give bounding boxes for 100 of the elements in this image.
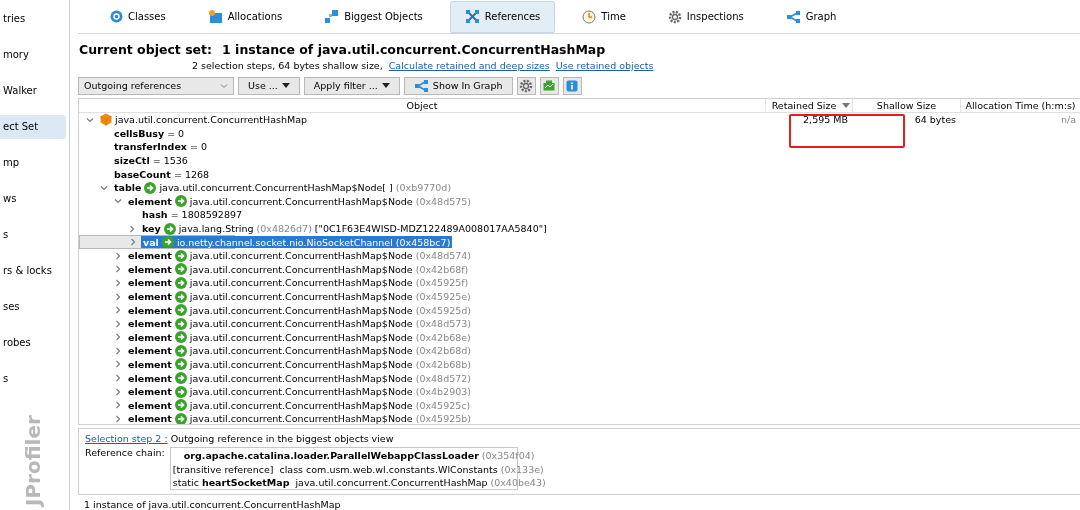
chevron-right-icon[interactable] (113, 413, 123, 424)
reference-prefix: [transitive reference] (172, 463, 274, 475)
brand-label: JProfiler (22, 415, 44, 506)
tree-row[interactable]: element java.util.concurrent.ConcurrentHashMap$Node (0x45925e) (126, 290, 473, 303)
view-tab[interactable]: Graph (770, 1, 852, 33)
tree-row[interactable]: val io.netty.channel.socket.nio.NioSocketChannel (0x458bc7) (141, 236, 453, 249)
selection-step-link[interactable]: Selection step 2 : (85, 433, 168, 444)
arrow-right-icon (174, 304, 187, 317)
tree-row[interactable]: table java.util.concurrent.ConcurrentHashMap$Node[ ] (0xb9770d) (112, 181, 454, 194)
column-header[interactable]: Shallow Size (852, 99, 960, 112)
chevron-right-icon[interactable] (113, 345, 123, 356)
sidebar-item[interactable]: mory (0, 43, 66, 67)
view-tab[interactable]: Biggest Objects (309, 1, 438, 33)
class-name: io.netty.channel.socket.nio.NioSocketChannel (176, 236, 393, 248)
tree-row[interactable]: element java.util.concurrent.ConcurrentHashMap$Node (0x45925d) (126, 304, 473, 317)
tree-row[interactable]: element java.util.concurrent.ConcurrentHashMap$Node (0x42b68e) (126, 331, 473, 344)
action-link[interactable]: Calculate retained and deep sizes (388, 59, 550, 71)
cross-nodes-icon (464, 9, 480, 25)
settings-button[interactable] (516, 76, 536, 95)
arrow-right-icon (174, 358, 187, 371)
view-tab[interactable]: Time (567, 1, 641, 33)
action-link[interactable]: Use retained objects (555, 59, 654, 71)
object-address: (0x4826d7) (256, 223, 312, 235)
tree-row[interactable]: element java.util.concurrent.ConcurrentHashMap$Node (0x4b2903) (126, 385, 473, 398)
tree-row[interactable]: element java.util.concurrent.ConcurrentHashMap$Node (0x45925b) (126, 412, 473, 424)
tree-row[interactable]: java.util.concurrent.ConcurrentHashMap (98, 113, 310, 127)
view-dropdown[interactable]: Outgoing references (78, 76, 234, 95)
view-tab[interactable]: Allocations (192, 1, 298, 33)
sidebar-item[interactable]: mp (0, 151, 66, 175)
object-address: (0x458bc7) (395, 236, 451, 248)
tree-row[interactable]: element java.util.concurrent.ConcurrentHashMap$Node (0x45925c) (126, 399, 473, 412)
tree-row[interactable]: baseCount = 1268 (112, 168, 212, 180)
chevron-right-icon[interactable] (113, 291, 123, 302)
tree-row[interactable]: hash = 1808592897 (140, 209, 245, 221)
sidebar-item[interactable]: tries (0, 7, 66, 31)
sidebar-item[interactable]: s (0, 223, 66, 247)
tree-row[interactable]: element java.util.concurrent.ConcurrentHashMap$Node (0x48d572) (126, 372, 473, 385)
column-header[interactable]: Allocation Time (h:m:s) (960, 99, 1080, 112)
view-tab[interactable]: Classes (95, 1, 181, 33)
toolbar-button[interactable]: Show In Graph (403, 76, 513, 95)
chevron-down-icon (220, 82, 228, 89)
tree-row[interactable]: key java.lang.String (0x4826d7) ["0C1F63E4WISD-MDZ122489A008017AA5840"] (140, 222, 549, 235)
toolbar-button[interactable]: Apply filter ... (303, 76, 400, 95)
chevron-right-icon[interactable] (113, 332, 123, 343)
tree-row[interactable]: element java.util.concurrent.ConcurrentHashMap$Node (0x48d573) (126, 317, 473, 330)
clock-icon (582, 9, 597, 24)
chevron-right-icon[interactable] (128, 237, 138, 248)
class-name: java.util.concurrent.ConcurrentHashMap$Node (189, 331, 413, 343)
sidebar-item[interactable]: ws (0, 187, 66, 211)
tree-row[interactable]: sizeCtl = 1536 (112, 155, 190, 167)
field-name: heartSocketMap (201, 476, 290, 488)
export-button[interactable] (539, 76, 559, 95)
class-name: java.util.concurrent.ConcurrentHashMap$Node[ ] (159, 182, 393, 194)
chevron-right-icon[interactable] (113, 386, 123, 397)
sidebar-item[interactable]: robes (0, 331, 66, 355)
tree-row[interactable]: element java.util.concurrent.ConcurrentHashMap$Node (0x42b68b) (126, 358, 473, 371)
chevron-right-icon[interactable] (113, 373, 123, 384)
column-header[interactable]: Object (79, 99, 765, 112)
object-address: (0x42b68b) (415, 359, 471, 370)
blocks-icon (324, 9, 340, 25)
tree-row[interactable]: element java.util.concurrent.ConcurrentHashMap$Node (0x48d575) (126, 195, 473, 208)
chevron-right-icon[interactable] (113, 277, 123, 288)
tree-row[interactable]: transferIndex = 0 (112, 141, 210, 153)
arrow-right-icon (174, 276, 187, 289)
sidebar-item[interactable]: ect Set (0, 115, 66, 139)
class-name: java.util.concurrent.ConcurrentHashMap$Node (189, 372, 413, 384)
object-address: (0x48d573) (415, 318, 471, 330)
column-header[interactable]: Retained Size (765, 99, 852, 112)
arrow-right-icon (163, 222, 176, 235)
chevron-right-icon[interactable] (127, 223, 137, 234)
arrow-right-icon (174, 195, 187, 208)
tree-row[interactable]: element java.util.concurrent.ConcurrentHashMap$Node (0x42b68d) (126, 344, 473, 357)
sidebar-item[interactable]: s (0, 367, 66, 391)
field-name: element (128, 291, 172, 302)
class-name: org.apache.catalina.loader.ParallelWebappClassLoader (183, 450, 479, 461)
info-button[interactable] (562, 76, 582, 95)
arrow-right-icon (174, 317, 187, 330)
selection-summary: 2 selection steps, 64 bytes shallow size, (192, 59, 383, 71)
sort-descending-icon (842, 103, 850, 108)
tree-row[interactable]: element java.util.concurrent.ConcurrentHashMap$Node (0x48d574) (126, 249, 473, 262)
sidebar-item[interactable]: ses (0, 295, 66, 319)
chevron-right-icon[interactable] (113, 400, 123, 411)
chevron-right-icon[interactable] (113, 250, 123, 261)
chevron-right-icon[interactable] (113, 318, 123, 329)
tree-row[interactable]: element java.util.concurrent.ConcurrentHashMap$Node (0x42b68f) (126, 263, 471, 276)
field-name: element (128, 195, 172, 207)
field-name: element (128, 250, 172, 262)
tree-row[interactable]: cellsBusy = 0 (112, 127, 187, 139)
toolbar-button[interactable]: Use ... (238, 76, 300, 95)
class-name: java.util.concurrent.ConcurrentHashMap$Node (189, 250, 413, 262)
chevron-right-icon[interactable] (113, 305, 123, 316)
object-class-name: java.util.concurrent.ConcurrentHashMap (115, 114, 308, 126)
view-tab[interactable]: Inspections (652, 1, 759, 33)
tree-row[interactable]: element java.util.concurrent.ConcurrentHashMap$Node (0x45925f) (126, 276, 471, 289)
arrow-right-icon (174, 290, 187, 303)
sidebar-item[interactable]: Walker (0, 79, 66, 103)
chevron-right-icon[interactable] (113, 359, 123, 370)
view-tab[interactable]: References (449, 1, 556, 33)
sidebar-item[interactable]: rs & locks (0, 259, 66, 283)
chevron-right-icon[interactable] (113, 264, 123, 275)
